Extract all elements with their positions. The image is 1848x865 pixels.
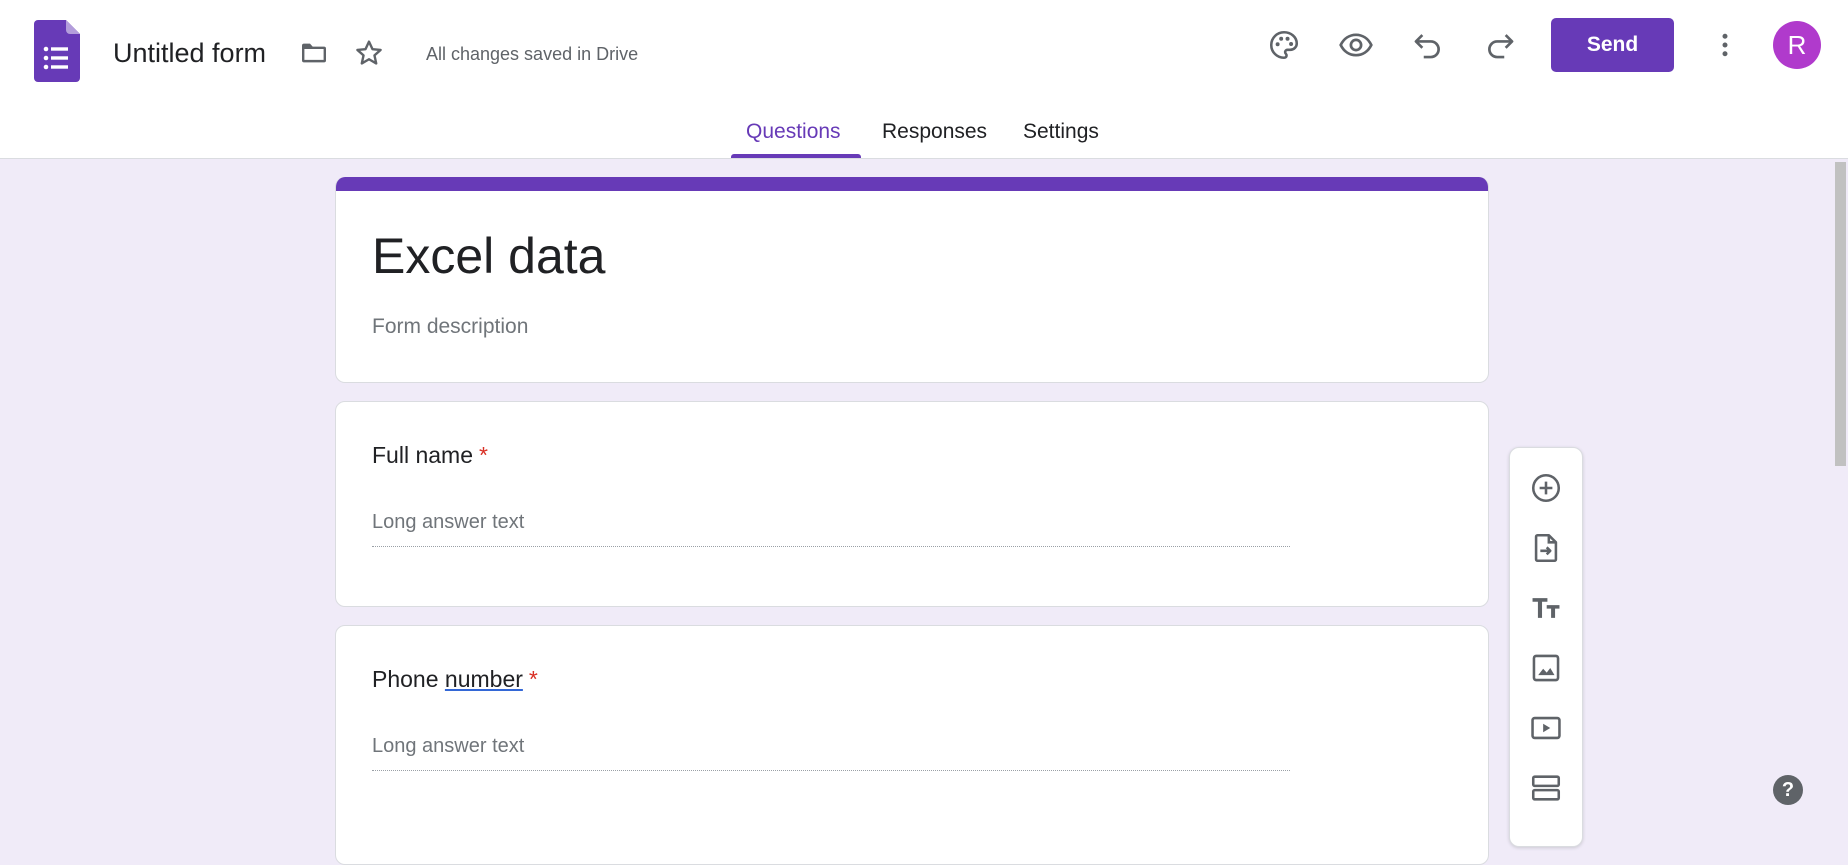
add-question-icon[interactable] — [1523, 465, 1569, 511]
help-icon[interactable]: ? — [1773, 775, 1803, 805]
form-header-card[interactable]: Excel data Form description — [335, 177, 1489, 383]
scrollbar-thumb[interactable] — [1835, 162, 1846, 466]
redo-icon[interactable] — [1480, 25, 1520, 65]
form-title[interactable]: Excel data — [372, 225, 605, 287]
required-asterisk: * — [528, 666, 538, 692]
page-scrollbar[interactable] — [1834, 160, 1848, 827]
more-vert-icon[interactable] — [1705, 25, 1745, 65]
add-video-icon[interactable] — [1523, 705, 1569, 751]
add-section-icon[interactable] — [1523, 765, 1569, 811]
tab-settings[interactable]: Settings — [1023, 120, 1099, 144]
folder-icon[interactable] — [294, 33, 334, 73]
active-tab-indicator — [731, 154, 861, 158]
tab-responses[interactable]: Responses — [882, 120, 987, 144]
save-status: All changes saved in Drive — [426, 44, 639, 64]
palette-icon[interactable] — [1264, 25, 1304, 65]
long-answer-field: Long answer text — [372, 510, 1290, 547]
app-header: Untitled form All changes saved in Drive… — [0, 0, 1848, 159]
avatar[interactable]: R — [1773, 21, 1821, 69]
required-asterisk: * — [478, 442, 488, 468]
import-questions-icon[interactable] — [1523, 525, 1569, 571]
tab-questions[interactable]: Questions — [746, 120, 841, 144]
card-accent-bar — [336, 177, 1488, 191]
question-card[interactable]: Full name * Long answer text — [335, 401, 1489, 607]
question-title[interactable]: Phone number * — [372, 666, 538, 693]
star-icon[interactable] — [349, 33, 389, 73]
spellcheck-underlined-word: number — [444, 666, 523, 692]
google-forms-icon[interactable] — [34, 20, 80, 82]
question-title[interactable]: Full name * — [372, 442, 488, 469]
send-button[interactable]: Send — [1551, 18, 1674, 72]
add-image-icon[interactable] — [1523, 645, 1569, 691]
long-answer-field: Long answer text — [372, 734, 1290, 771]
undo-icon[interactable] — [1408, 25, 1448, 65]
document-title[interactable]: Untitled form — [113, 34, 266, 72]
add-title-icon[interactable] — [1523, 585, 1569, 631]
form-description-field[interactable]: Form description — [372, 315, 528, 339]
eye-icon[interactable] — [1336, 25, 1376, 65]
question-card[interactable]: Phone number * Long answer text — [335, 625, 1489, 865]
question-toolbar — [1509, 447, 1583, 847]
